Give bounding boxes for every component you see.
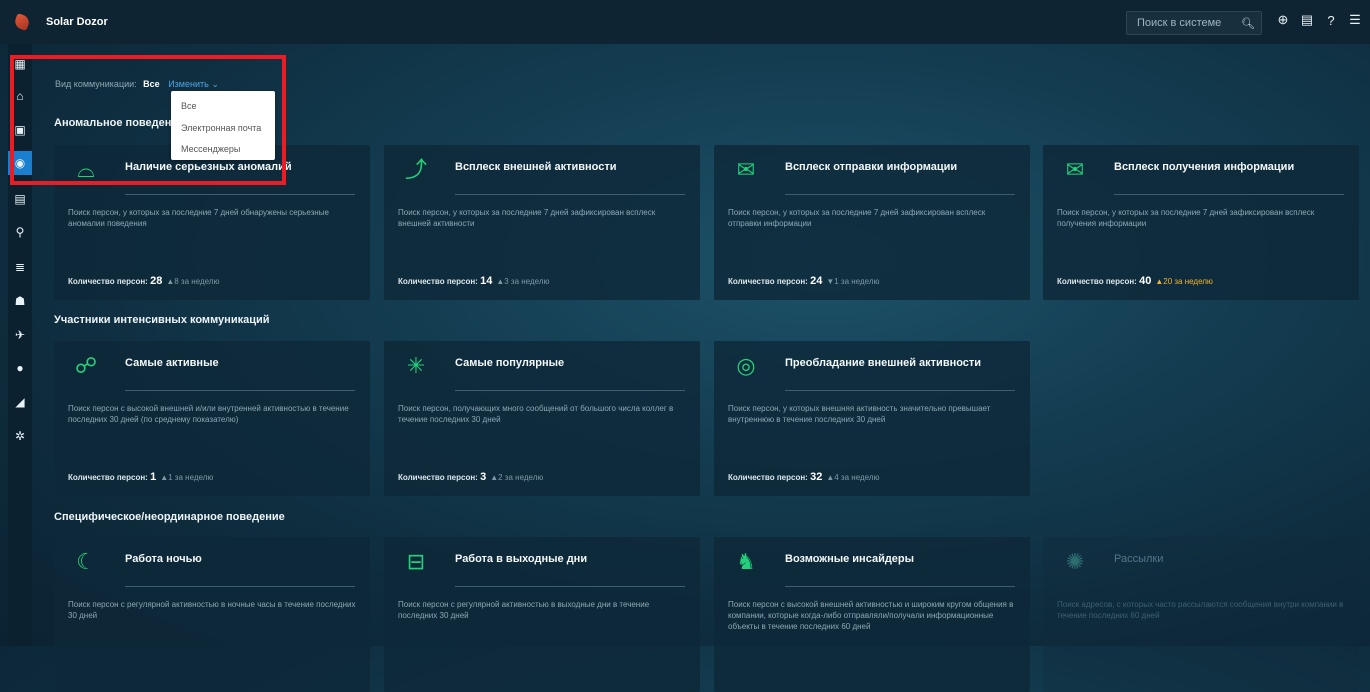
- divider: [125, 586, 355, 587]
- card-description: Поиск персон с высокой внешней и/или вну…: [68, 404, 349, 424]
- settings-icon[interactable]: ✲: [8, 424, 32, 448]
- help-icon[interactable]: ?: [1324, 13, 1338, 28]
- dropdown-option[interactable]: Все: [181, 101, 197, 111]
- card-description: Поиск персон, у которых за последние 7 д…: [68, 208, 329, 228]
- mail-receive-icon: ✉: [1065, 157, 1085, 182]
- broadcast-icon: ✺: [1065, 549, 1085, 574]
- card-count: Количество персон: 3 ▲2 за неделю: [398, 471, 544, 483]
- divider: [125, 194, 355, 195]
- calendar-icon[interactable]: ▤: [8, 187, 32, 211]
- dashboard-icon[interactable]: ▦: [8, 52, 32, 76]
- card-count: Количество персон: 24 ▼1 за неделю: [728, 275, 880, 287]
- card-title: Всплеск внешней активности: [455, 161, 617, 173]
- card-most-active[interactable]: ☍ Самые активные Поиск персон с высокой …: [54, 341, 370, 496]
- divider: [1114, 586, 1344, 587]
- card-description: Поиск персон с регулярной активностью в …: [398, 600, 650, 620]
- card-description: Поиск персон с высокой внешней активност…: [728, 600, 1014, 631]
- filter-label: Вид коммуникации:: [55, 79, 137, 89]
- card-description: Поиск персон, у которых за последние 7 д…: [1057, 208, 1315, 228]
- globe-icon[interactable]: ⊕: [1276, 12, 1290, 28]
- card-title: Самые активные: [125, 357, 219, 369]
- analytics-icon[interactable]: ◉: [8, 151, 32, 175]
- card-description: Поиск персон, у которых внешняя активнос…: [728, 404, 991, 424]
- search-icon[interactable]: 🔍︎: [1241, 17, 1255, 30]
- filter-change-link[interactable]: Изменить: [168, 79, 209, 89]
- dropdown-option[interactable]: Электронная почта: [181, 123, 261, 133]
- divider: [785, 586, 1015, 587]
- spy-icon[interactable]: ☗: [8, 289, 32, 313]
- card-most-popular[interactable]: ✳ Самые популярные Поиск персон, получаю…: [384, 341, 700, 496]
- envelope-circle-icon: ◎: [736, 353, 756, 378]
- card-title: Возможные инсайдеры: [785, 553, 915, 565]
- card-count: Количество персон: 14 ▲3 за неделю: [398, 275, 550, 287]
- card-title: Всплеск получения информации: [1114, 161, 1295, 173]
- card-title: Работа в выходные дни: [455, 553, 588, 565]
- card-title: Преобладание внешней активности: [785, 357, 982, 369]
- divider: [455, 194, 685, 195]
- moon-icon: ☾: [76, 549, 96, 574]
- card-info-receiving-spike[interactable]: ✉ Всплеск получения информации Поиск пер…: [1043, 145, 1359, 300]
- popular-icon: ✳: [406, 353, 426, 378]
- divider: [455, 586, 685, 587]
- search-input[interactable]: Поиск в системе 🔍︎: [1126, 11, 1262, 35]
- search-nav-icon[interactable]: ⚲: [8, 220, 32, 244]
- divider: [125, 390, 355, 391]
- card-title: Самые популярные: [455, 357, 565, 369]
- card-count: Количество персон: 28 ▲8 за неделю: [68, 275, 220, 287]
- filter-current: Все: [143, 79, 160, 89]
- building-icon[interactable]: ⌂: [8, 84, 32, 108]
- card-serious-anomalies[interactable]: ⌓ Наличие серьезных аномалий Поиск персо…: [54, 145, 370, 300]
- chart-spike-icon: ⤴: [404, 157, 427, 182]
- card-description: Поиск персон, у которых за последние 7 д…: [398, 208, 656, 228]
- dropdown-option[interactable]: Мессенджеры: [181, 144, 240, 154]
- card-description: Поиск адресов, с которых часто рассылают…: [1057, 600, 1344, 620]
- card-count: Количество персон: 1 ▲1 за неделю: [68, 471, 214, 483]
- card-title: Работа ночью: [125, 553, 202, 565]
- sidebar: ▦ ⌂ ▣ ◉ ▤ ⚲ ≣ ☗ ✈ ● ◢ ✲: [8, 44, 32, 646]
- card-title: Рассылки: [1114, 553, 1164, 565]
- book-icon[interactable]: ◢: [8, 390, 32, 414]
- card-description: Поиск персон, у которых за последние 7 д…: [728, 208, 986, 228]
- top-toolbar: ⊕ ▤ ? ☰: [1276, 12, 1362, 28]
- chevron-down-icon[interactable]: ⌄: [209, 79, 219, 89]
- communication-type-dropdown: Все Электронная почта Мессенджеры: [171, 91, 275, 160]
- divider: [785, 390, 1015, 391]
- section-title: Аномальное поведение: [54, 117, 185, 129]
- divider: [455, 390, 685, 391]
- card-description: Поиск персон, получающих много сообщений…: [398, 404, 674, 424]
- divider: [1114, 194, 1344, 195]
- logo[interactable]: [0, 0, 44, 44]
- section-title: Специфическое/неординарное поведение: [54, 511, 285, 523]
- app-title: Solar Dozor: [46, 16, 108, 28]
- ufo-icon: ⌓: [77, 157, 95, 182]
- sofa-icon: ⊟: [406, 549, 426, 574]
- divider: [785, 194, 1015, 195]
- document-icon[interactable]: ▤: [1300, 12, 1314, 28]
- runner-icon: ☍: [74, 353, 98, 378]
- communication-filter: Вид коммуникации: Все Изменить ⌄: [55, 79, 219, 90]
- mail-send-icon: ✉: [736, 157, 756, 182]
- plane-icon[interactable]: ✈: [8, 323, 32, 347]
- card-description: Поиск персон с регулярной активностью в …: [68, 600, 356, 620]
- list-icon[interactable]: ≣: [8, 255, 32, 279]
- card-external-activity-spike[interactable]: ⤴ Всплеск внешней активности Поиск персо…: [384, 145, 700, 300]
- card-possible-insiders[interactable]: ♞ Возможные инсайдеры Поиск персон с выс…: [714, 537, 1030, 692]
- section-title: Участники интенсивных коммуникаций: [54, 314, 270, 326]
- card-title: Всплеск отправки информации: [785, 161, 958, 173]
- card-count: Количество персон: 40 ▲20 за неделю: [1057, 275, 1213, 287]
- logo-icon: [13, 13, 31, 31]
- card-external-prevalence[interactable]: ◎ Преобладание внешней активности Поиск …: [714, 341, 1030, 496]
- card-title: Наличие серьезных аномалий: [125, 161, 292, 173]
- user-menu-icon[interactable]: ☰: [1348, 12, 1362, 28]
- card-info-sending-spike[interactable]: ✉ Всплеск отправки информации Поиск перс…: [714, 145, 1030, 300]
- trojan-horse-icon: ♞: [736, 549, 756, 574]
- persons-icon[interactable]: ▣: [8, 118, 32, 142]
- card-night-work[interactable]: ☾ Работа ночью Поиск персон с регулярной…: [54, 537, 370, 692]
- card-mailings[interactable]: ✺ Рассылки Поиск адресов, с которых част…: [1043, 537, 1359, 692]
- card-weekend-work[interactable]: ⊟ Работа в выходные дни Поиск персон с р…: [384, 537, 700, 692]
- user-icon[interactable]: ●: [8, 356, 32, 380]
- card-count: Количество персон: 32 ▲4 за неделю: [728, 471, 880, 483]
- search-placeholder: Поиск в системе: [1137, 17, 1222, 29]
